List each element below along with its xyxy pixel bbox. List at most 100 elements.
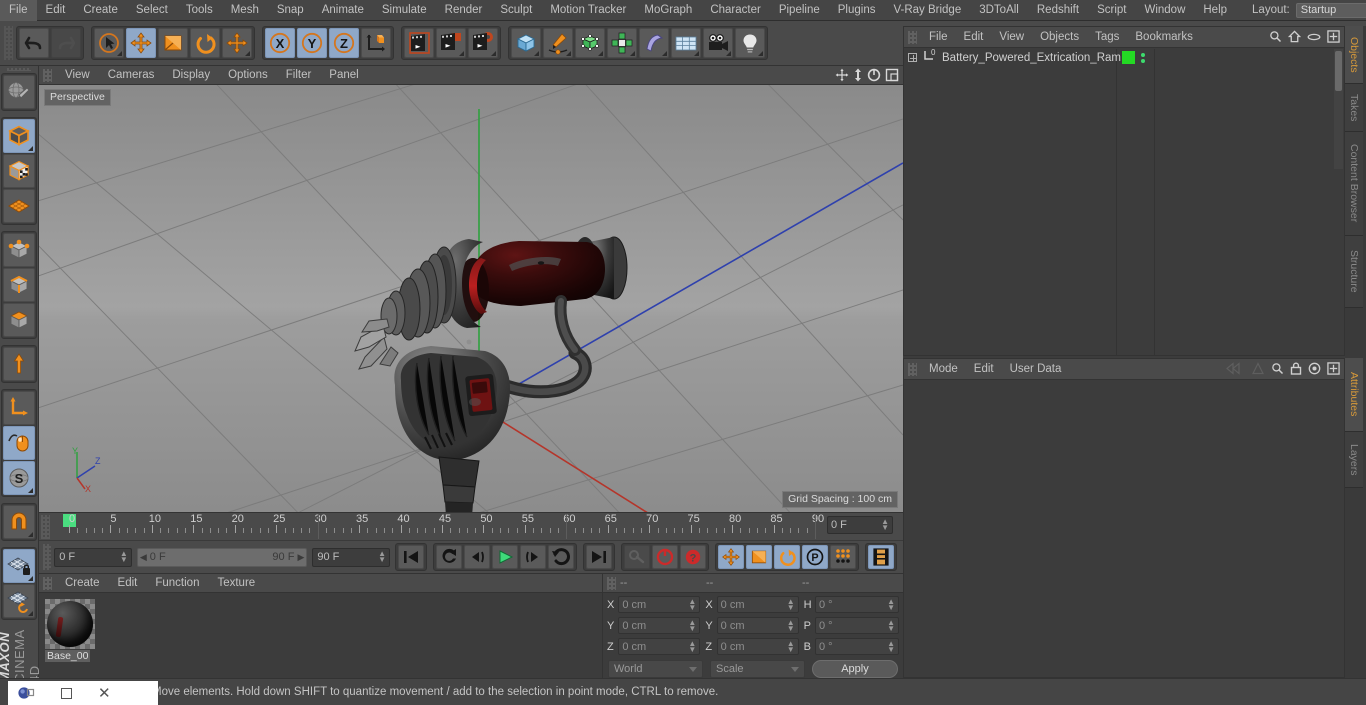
model-mode-button[interactable] [3, 119, 35, 154]
go-to-start-button[interactable] [397, 545, 424, 569]
texture-mode-button[interactable] [3, 154, 35, 189]
coordinates-grip[interactable] [607, 576, 616, 590]
toolbar-grip[interactable] [4, 26, 13, 60]
menu-snap[interactable]: Snap [268, 0, 313, 21]
rotate-icon[interactable] [867, 68, 881, 85]
spinner-icon[interactable]: ▲ ▼ [688, 619, 696, 633]
rotation-key-button[interactable] [773, 545, 800, 569]
menu-help[interactable]: Help [1194, 0, 1236, 21]
menu-tools[interactable]: Tools [177, 0, 222, 21]
attribute-menu-edit[interactable]: Edit [966, 359, 1002, 380]
maximize-viewport-icon[interactable] [885, 68, 899, 85]
object-row[interactable]: 0 Battery_Powered_Extrication_Ram [904, 48, 1344, 67]
viewport-menu-panel[interactable]: Panel [320, 66, 367, 85]
edge-tab-structure[interactable]: Structure [1345, 236, 1363, 308]
pan-icon[interactable] [835, 68, 849, 85]
spinner-icon[interactable]: ▲ ▼ [688, 640, 696, 654]
magnet-tool-button[interactable] [3, 505, 35, 540]
transport-grip[interactable] [43, 544, 52, 570]
make-editable-button[interactable] [3, 75, 35, 110]
search-icon[interactable] [1269, 30, 1282, 46]
preview-range-bar[interactable]: ◀ 0 F 90 F ▶ [136, 547, 308, 567]
menu-render[interactable]: Render [436, 0, 492, 21]
edge-tab-content-browser[interactable]: Content Browser [1345, 132, 1363, 236]
parameter-key-button[interactable]: P [801, 545, 828, 569]
soft-selection-button[interactable]: S [3, 461, 35, 496]
z-axis-lock-button[interactable]: Z [329, 28, 359, 58]
object-tag-swatch[interactable] [1122, 51, 1135, 64]
undo-button[interactable] [19, 28, 49, 58]
menu-pipeline[interactable]: Pipeline [770, 0, 829, 21]
position-key-button[interactable] [717, 545, 744, 569]
object-menu-view[interactable]: View [991, 27, 1032, 48]
spinner-icon[interactable]: ▲ ▼ [688, 598, 696, 612]
material-preview-swatch[interactable] [45, 599, 95, 649]
world-object-coordinates-button[interactable] [361, 28, 391, 58]
object-menu-bookmarks[interactable]: Bookmarks [1127, 27, 1201, 48]
viewport-menu-filter[interactable]: Filter [277, 66, 321, 85]
maximize-icon[interactable] [61, 688, 72, 699]
axis-modification-button[interactable] [3, 347, 35, 382]
object-axis-button[interactable] [3, 391, 35, 426]
rotation-h-field[interactable]: 0 ° ▲ ▼ [814, 596, 899, 613]
points-mode-button[interactable] [3, 233, 35, 268]
timeline-toggle-button[interactable] [867, 545, 894, 569]
timeline-current-frame-field[interactable]: 0 F ▲ ▼ [827, 516, 893, 534]
viewport-3d-canvas[interactable]: Perspective Grid Spacing : 100 cm Y Z X [39, 85, 903, 512]
animation-start-field[interactable]: 0 F ▲ ▼ [54, 547, 132, 567]
menu-mograph[interactable]: MoGraph [635, 0, 701, 21]
dolly-icon[interactable] [853, 68, 863, 85]
close-icon[interactable]: ✕ [98, 686, 111, 701]
redo-button[interactable] [51, 28, 81, 58]
rotation-b-field[interactable]: 0 ° ▲ ▼ [814, 638, 899, 655]
add-array-button[interactable] [607, 28, 637, 58]
spinner-icon[interactable]: ▲ ▼ [887, 619, 895, 633]
search-icon[interactable] [1271, 362, 1284, 378]
y-axis-lock-button[interactable]: Y [297, 28, 327, 58]
range-right-arrow-icon[interactable]: ▶ [297, 552, 304, 563]
viewport-menu-display[interactable]: Display [163, 66, 219, 85]
workplane-mode-button[interactable] [3, 189, 35, 224]
edge-tab-layers[interactable]: Layers [1345, 432, 1363, 488]
visibility-dots-icon[interactable] [1141, 52, 1145, 63]
edge-tab-attributes[interactable]: Attributes [1345, 358, 1363, 432]
material-menu-edit[interactable]: Edit [109, 574, 147, 593]
enable-snapping-button[interactable] [3, 426, 35, 461]
next-frame-button[interactable] [519, 545, 546, 569]
go-to-end-button[interactable] [585, 545, 612, 569]
spinner-icon[interactable]: ▲ ▼ [887, 598, 895, 612]
target-icon[interactable] [1308, 362, 1321, 378]
lock-icon[interactable] [1290, 362, 1302, 378]
size-z-field[interactable]: 0 cm ▲ ▼ [716, 638, 799, 655]
material-menu-function[interactable]: Function [146, 574, 208, 593]
add-environment-button[interactable] [671, 28, 701, 58]
viewport-menu-cameras[interactable]: Cameras [99, 66, 164, 85]
left-toolbar-grip[interactable] [7, 68, 31, 72]
add-spline-button[interactable] [543, 28, 573, 58]
edge-tab-objects[interactable]: Objects [1345, 26, 1363, 84]
animation-end-field[interactable]: 90 F ▲ ▼ [312, 547, 390, 567]
menu-file[interactable]: File [0, 0, 37, 21]
render-view-button[interactable] [404, 28, 434, 58]
menu-animate[interactable]: Animate [313, 0, 373, 21]
material-manager-grip[interactable] [43, 576, 52, 590]
previous-frame-button[interactable] [463, 545, 490, 569]
ellipse-icon[interactable] [1307, 32, 1321, 45]
spinner-icon[interactable]: ▲ ▼ [881, 518, 889, 532]
menu-edit[interactable]: Edit [37, 0, 75, 21]
size-x-field[interactable]: 0 cm ▲ ▼ [716, 596, 799, 613]
spinner-icon[interactable]: ▲ ▼ [787, 640, 795, 654]
move-duplicate-button[interactable] [222, 28, 252, 58]
object-menu-edit[interactable]: Edit [956, 27, 992, 48]
timeline-ruler[interactable]: 0 5 10 15 20 25 30 35 40 45 50 55 60 65 70 75 80 85 90 [53, 513, 824, 540]
point-level-animation-button[interactable] [829, 545, 856, 569]
app-icon[interactable] [18, 686, 35, 701]
menu-simulate[interactable]: Simulate [373, 0, 436, 21]
material-item[interactable]: Base_00 [45, 599, 95, 662]
object-menu-objects[interactable]: Objects [1032, 27, 1087, 48]
autokeying-button[interactable] [651, 545, 678, 569]
viewport-grip[interactable] [43, 68, 52, 82]
layout-select[interactable]: Startup [1295, 2, 1366, 18]
size-y-field[interactable]: 0 cm ▲ ▼ [716, 617, 799, 634]
menu-3dtoall[interactable]: 3DToAll [970, 0, 1028, 21]
